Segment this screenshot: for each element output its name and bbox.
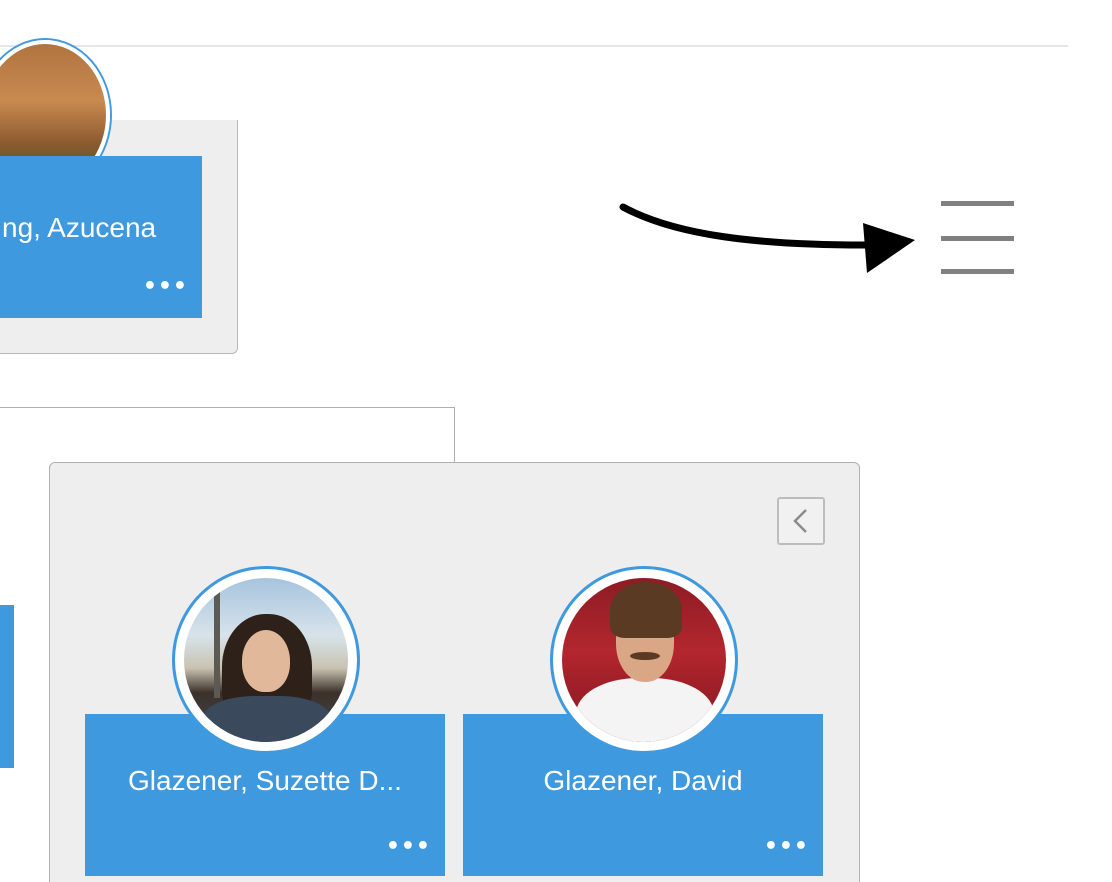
avatar-photo	[184, 578, 348, 742]
family-group-card: Glazener, Suzette D... ••• Glazener, Dav…	[49, 462, 860, 882]
person-name: ng, Azucena	[2, 212, 157, 243]
name-plate-offscreen[interactable]	[0, 605, 14, 768]
collapse-button[interactable]	[777, 497, 825, 545]
tree-connector	[0, 407, 455, 463]
person-name: Glazener, Suzette D...	[128, 765, 402, 796]
org-chart-canvas: ng, Azucena ••• Glazener, Suzette D... •…	[0, 0, 1112, 882]
photo-detail	[214, 588, 220, 698]
arrow-right-icon	[619, 203, 915, 273]
person-name: Glazener, David	[543, 765, 743, 796]
photo-detail	[576, 678, 714, 742]
photo-detail	[242, 630, 290, 692]
avatar-david[interactable]	[553, 569, 735, 751]
more-options-icon[interactable]: •••	[764, 836, 809, 858]
more-options-icon[interactable]: •••	[143, 276, 188, 298]
photo-detail	[630, 652, 660, 660]
menu-bar	[941, 269, 1014, 274]
photo-detail	[610, 582, 682, 638]
header-divider	[0, 45, 1068, 47]
chevron-left-icon	[793, 509, 807, 533]
more-options-icon[interactable]: •••	[386, 836, 431, 858]
name-plate-azucena[interactable]: ng, Azucena •••	[0, 156, 202, 318]
avatar-suzette[interactable]	[175, 569, 357, 751]
menu-bar	[941, 201, 1014, 206]
hamburger-menu-icon[interactable]	[941, 201, 1014, 277]
photo-detail	[202, 696, 332, 742]
menu-bar	[941, 236, 1014, 241]
avatar-photo	[562, 578, 726, 742]
